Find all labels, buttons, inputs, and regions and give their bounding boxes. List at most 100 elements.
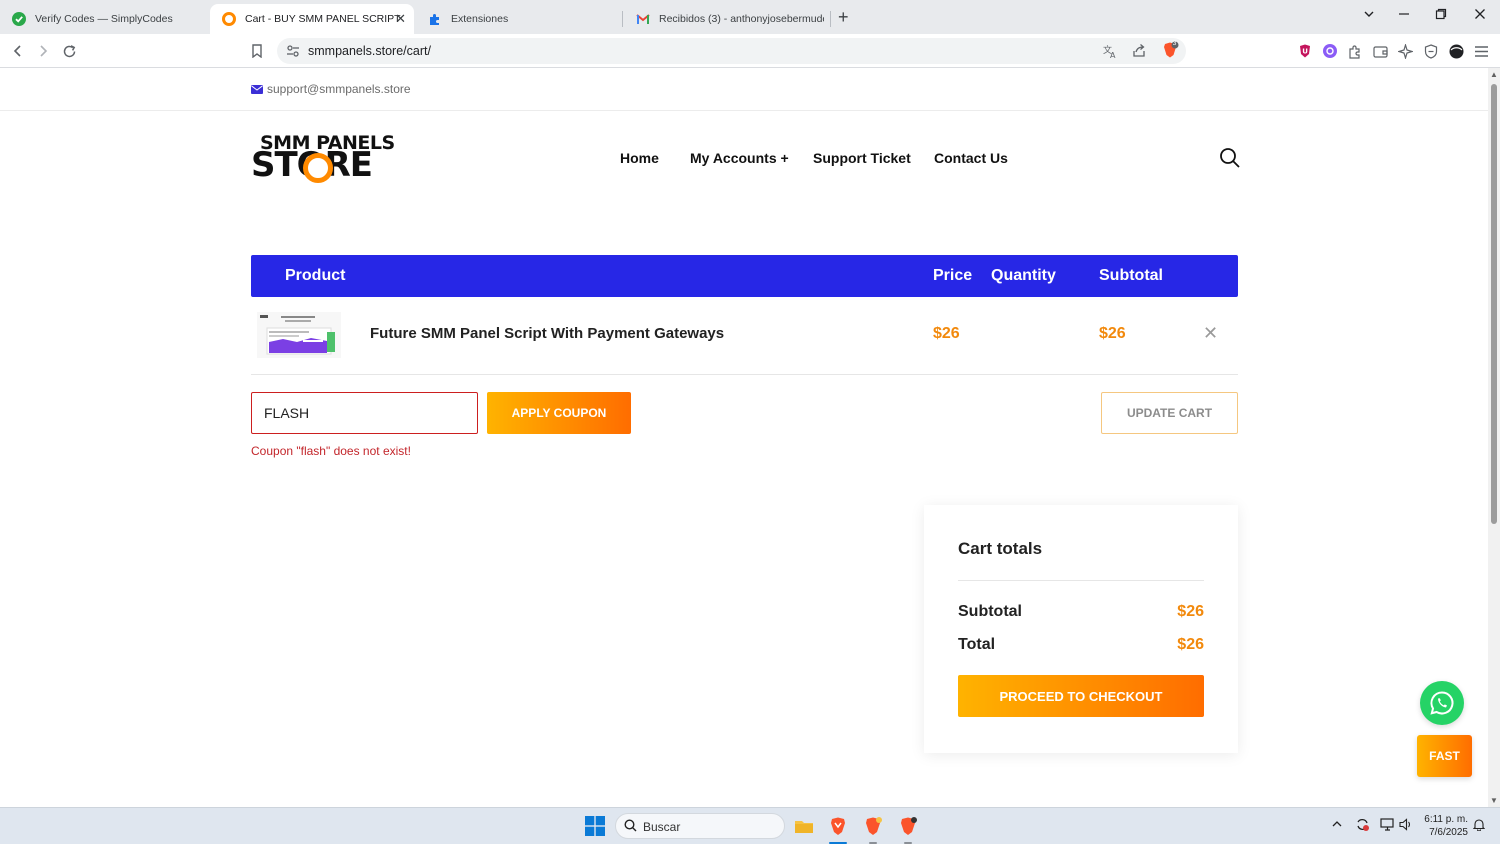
clock-date: 7/6/2025: [1429, 827, 1468, 838]
product-subtotal: $26: [1099, 325, 1126, 342]
reload-icon[interactable]: [59, 41, 79, 61]
product-thumbnail[interactable]: [257, 312, 341, 358]
brave-nightly-taskbar-icon[interactable]: [896, 814, 920, 838]
tab-list-chevron-icon[interactable]: [1363, 8, 1375, 24]
vpn-shield-icon[interactable]: [1423, 43, 1439, 59]
tab-extensions[interactable]: Extensiones: [416, 4, 620, 34]
windows-taskbar: Buscar 6:11 p. m. 7/6/2025: [0, 807, 1500, 844]
envelope-icon: [251, 84, 263, 94]
profile-avatar-icon[interactable]: [1448, 43, 1464, 59]
menu-icon[interactable]: [1473, 43, 1489, 59]
volume-icon[interactable]: [1399, 818, 1412, 834]
divider: [958, 580, 1204, 581]
tab-cart[interactable]: Cart - BUY SMM PANEL SCRIPT ✕: [210, 4, 414, 34]
scroll-down-arrow-icon[interactable]: ▼: [1490, 797, 1498, 805]
gmail-icon: [636, 12, 650, 26]
cart-item-row: Future SMM Panel Script With Payment Gat…: [251, 305, 1238, 375]
url-text: smmpanels.store/cart/: [308, 44, 431, 58]
minimize-window-icon[interactable]: [1398, 8, 1410, 24]
tab-separator: [830, 11, 831, 27]
tab-separator: [622, 11, 623, 27]
network-icon[interactable]: [1380, 818, 1395, 834]
header-product: Product: [285, 267, 346, 284]
cart-totals-title: Cart totals: [958, 539, 1043, 558]
nav-home[interactable]: Home: [620, 150, 659, 166]
browser-tab-bar: Verify Codes — SimplyCodes Cart - BUY SM…: [0, 0, 1500, 34]
site-logo[interactable]: SMM PANELS STORE: [251, 133, 401, 183]
cart-totals-panel: Cart totals Subtotal $26 Total $26 PROCE…: [924, 505, 1238, 753]
brave-taskbar-icon[interactable]: [826, 814, 850, 838]
update-cart-button[interactable]: UPDATE CART: [1101, 392, 1238, 434]
remove-item-icon[interactable]: ✕: [1203, 323, 1218, 343]
forward-icon[interactable]: [33, 41, 53, 61]
restore-window-icon[interactable]: [1435, 8, 1447, 24]
tab-title: Verify Codes — SimplyCodes: [35, 13, 173, 25]
sync-status-icon[interactable]: [1355, 817, 1370, 835]
subtotal-value: $26: [1177, 603, 1204, 620]
extensions-puzzle-icon[interactable]: [1347, 43, 1363, 59]
scroll-up-arrow-icon[interactable]: ▲: [1490, 71, 1498, 79]
header-subtotal: Subtotal: [1099, 267, 1163, 284]
clock-time: 6:11 p. m.: [1424, 814, 1468, 825]
close-window-icon[interactable]: [1474, 8, 1486, 24]
svg-text:U: U: [1302, 48, 1308, 56]
wallet-icon[interactable]: [1372, 43, 1388, 59]
back-icon[interactable]: [8, 41, 28, 61]
product-name[interactable]: Future SMM Panel Script With Payment Gat…: [370, 325, 724, 342]
header-quantity: Quantity: [991, 267, 1056, 284]
tab-title: Extensiones: [451, 13, 509, 25]
show-hidden-icons-chevron-icon[interactable]: [1331, 818, 1343, 833]
nav-contact-us[interactable]: Contact Us: [934, 150, 1008, 166]
tab-title: Cart - BUY SMM PANEL SCRIPT: [245, 13, 401, 25]
svg-text:A: A: [1110, 51, 1116, 59]
notifications-bell-icon[interactable]: [1472, 818, 1486, 834]
close-tab-icon[interactable]: ✕: [395, 11, 406, 27]
coupon-code-input[interactable]: [251, 392, 478, 434]
nav-support-ticket[interactable]: Support Ticket: [813, 150, 911, 166]
brave-beta-taskbar-icon[interactable]: [861, 814, 885, 838]
shields-count-badge: 3: [1172, 40, 1177, 47]
search-icon: [624, 819, 637, 837]
tab-simplycodes[interactable]: Verify Codes — SimplyCodes: [0, 4, 206, 34]
taskbar-search-box[interactable]: Buscar: [615, 813, 785, 839]
puzzle-icon: [428, 12, 442, 26]
apply-coupon-button[interactable]: APPLY COUPON: [487, 392, 631, 434]
share-icon[interactable]: [1131, 43, 1147, 64]
purple-extension-icon[interactable]: [1322, 43, 1338, 59]
nav-my-accounts[interactable]: My Accounts +: [690, 150, 789, 166]
new-tab-button[interactable]: +: [838, 7, 849, 27]
windows-start-icon[interactable]: [583, 814, 607, 838]
support-email[interactable]: support@smmpanels.store: [251, 82, 411, 96]
site-top-bar: support@smmpanels.store: [0, 68, 1488, 111]
ublock-extension-icon[interactable]: U: [1297, 43, 1313, 59]
proceed-to-checkout-button[interactable]: PROCEED TO CHECKOUT: [958, 675, 1204, 717]
header-price: Price: [933, 267, 973, 284]
logo-ring-icon: [303, 153, 333, 183]
whatsapp-button[interactable]: [1420, 681, 1464, 725]
simplycodes-icon: [12, 12, 26, 26]
cart-table-header: Product Price Quantity Subtotal: [251, 255, 1238, 297]
leo-ai-icon[interactable]: [1397, 43, 1413, 59]
whatsapp-icon: [1430, 691, 1454, 715]
translate-icon[interactable]: 文A: [1102, 43, 1118, 64]
product-price: $26: [933, 325, 960, 342]
scrollbar-thumb[interactable]: [1491, 84, 1497, 524]
tab-title: Recibidos (3) - anthonyjosebermudezvar: [659, 13, 824, 25]
browser-toolbar: smmpanels.store/cart/ 文A 3 U: [0, 34, 1500, 68]
taskbar-search-label: Buscar: [643, 820, 681, 834]
fast-button[interactable]: FAST: [1417, 735, 1472, 777]
support-email-text: support@smmpanels.store: [267, 82, 411, 96]
coupon-error-message: Coupon "flash" does not exist!: [251, 444, 411, 458]
subtotal-label: Subtotal: [958, 603, 1022, 620]
file-explorer-icon[interactable]: [792, 814, 816, 838]
site-favicon-icon: [222, 12, 236, 26]
bookmark-icon[interactable]: [247, 41, 267, 61]
tab-gmail[interactable]: Recibidos (3) - anthonyjosebermudezvar: [624, 4, 828, 34]
total-value: $26: [1177, 636, 1204, 653]
search-icon[interactable]: [1219, 147, 1241, 169]
total-label: Total: [958, 636, 996, 653]
page-scrollbar[interactable]: ▲ ▼: [1488, 68, 1500, 807]
address-bar[interactable]: smmpanels.store/cart/ 文A 3: [277, 38, 1186, 64]
site-settings-icon[interactable]: [286, 44, 300, 63]
taskbar-clock[interactable]: 6:11 p. m. 7/6/2025: [1418, 813, 1468, 839]
